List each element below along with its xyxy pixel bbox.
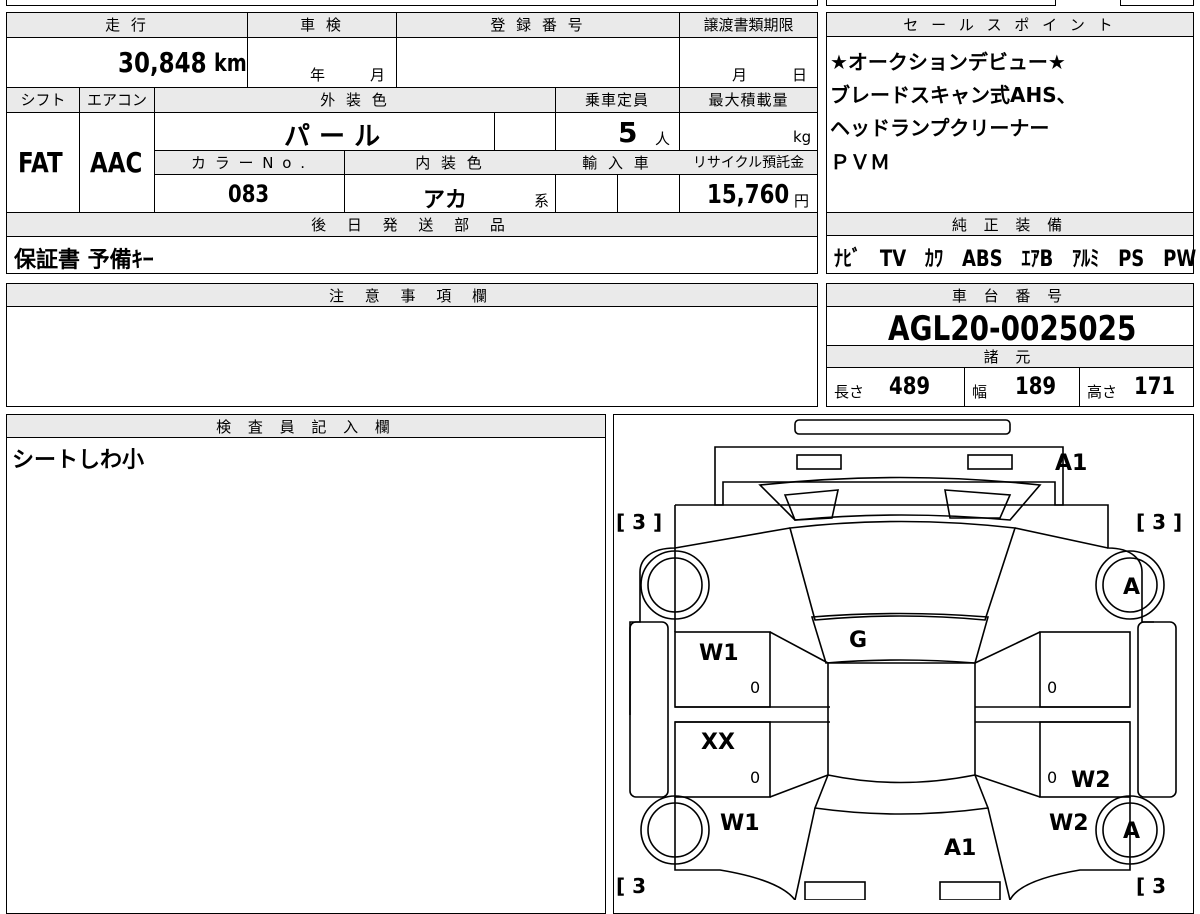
- sales-point-header: セ ー ル ス ポ イ ン ト: [903, 16, 1117, 34]
- diagram-label-right-rear-door: W2: [1071, 768, 1111, 793]
- tire-depth-top-right: [ 3 ]: [1136, 510, 1183, 534]
- deadline-month-unit: 月: [732, 66, 748, 84]
- capacity-value: 5: [618, 116, 638, 149]
- max-load-header: 最大積載量: [708, 91, 789, 109]
- mileage-value: 30,848: [118, 46, 207, 79]
- mileage-header: 走 行: [105, 16, 149, 34]
- exterior-color-value: パ ー ル: [284, 122, 381, 152]
- equip-airbag: ｴｱB: [1021, 247, 1054, 272]
- equip-alloy: ｱﾙﾐ: [1072, 247, 1100, 272]
- inspection-month-unit: 月: [370, 66, 386, 84]
- shift-value: FAT: [18, 146, 63, 179]
- diagram-label-left-rear-door: XX: [701, 730, 735, 755]
- aircon-value: AAC: [90, 146, 143, 179]
- sales-line-3: ヘッドランプクリーナー: [830, 116, 1050, 140]
- diagram-label-windshield: G: [849, 628, 868, 653]
- equip-pw: PW: [1163, 247, 1197, 272]
- recycle-fee-value: 15,760: [707, 180, 790, 210]
- color-no-value: 083: [228, 180, 270, 208]
- mileage-unit: km: [214, 49, 247, 77]
- sales-line-2: ブレードスキャン式AHS、: [830, 83, 1077, 107]
- diagram-label-right-top-wheel: A: [1123, 575, 1141, 600]
- equip-abs: ABS: [961, 247, 1003, 272]
- zero-mark-2: 0: [750, 768, 761, 787]
- width-label: 幅: [972, 383, 988, 401]
- inspection-header: 車 検: [300, 16, 344, 34]
- inspector-box: [6, 414, 606, 914]
- capacity-header: 乗車定員: [584, 91, 649, 109]
- chassis-header: 車 台 番 号: [951, 287, 1069, 305]
- equip-leather: ｶﾜ: [925, 247, 944, 272]
- diagram-label-right-bottom-wheel: A: [1123, 819, 1141, 844]
- diagram-label-right-fender: W2: [1049, 811, 1089, 836]
- interior-color-header: 内 装 色: [415, 154, 485, 172]
- equipment-header: 純 正 装 備: [951, 216, 1069, 234]
- exterior-color-header: 外 装 色: [320, 91, 390, 109]
- width-value: 189: [1015, 372, 1057, 400]
- max-load-unit: kg: [793, 128, 812, 146]
- later-shipping-header: 後 日 発 送 部 品: [311, 216, 513, 234]
- capacity-unit: 人: [655, 130, 671, 148]
- registration-header: 登 録 番 号: [490, 16, 586, 34]
- chassis-number: AGL20-0025025: [888, 309, 1137, 349]
- tire-depth-bottom-right: [ 3: [1136, 874, 1167, 898]
- transfer-deadline-header: 譲渡書類期限: [703, 16, 794, 34]
- diagram-label-rear-bumper: A1: [1055, 451, 1088, 476]
- recycle-fee-header: リサイクル預託金: [692, 155, 805, 171]
- sales-line-1: ★オークションデビュー★: [830, 50, 1066, 74]
- height-value: 171: [1134, 372, 1176, 400]
- inspection-year-unit: 年: [310, 66, 326, 84]
- equip-navi: ﾅﾋﾞ: [834, 247, 862, 272]
- length-label: 長さ: [834, 383, 865, 401]
- tire-depth-top-left: [ 3 ]: [616, 510, 663, 534]
- later-shipping-value: 保証書 予備ｷｰ: [14, 248, 154, 273]
- diagram-label-left-front-door: W1: [699, 641, 739, 666]
- aircon-header: エアコン: [86, 91, 147, 109]
- top-strip-far-right: [1120, 0, 1194, 6]
- interior-color-suffix: 系: [534, 192, 550, 210]
- recycle-fee-unit: 円: [794, 192, 810, 210]
- color-no-header: カ ラ ー N o .: [190, 154, 307, 172]
- specs-header: 諸 元: [983, 348, 1037, 366]
- notes-header: 注 意 事 項 欄: [328, 287, 496, 305]
- diagram-label-left-fender: W1: [720, 811, 760, 836]
- shift-header: シフト: [20, 91, 66, 109]
- import-header: 輸 入 車: [582, 154, 652, 172]
- equipment-list: ﾅﾋﾞ TV ｶﾜ ABS ｴｱB ｱﾙﾐ PS PW: [834, 241, 1196, 273]
- interior-color-value: アカ: [423, 188, 468, 213]
- top-strip-right: [826, 0, 1056, 6]
- zero-mark-3: 0: [1047, 678, 1058, 697]
- zero-mark-1: 0: [750, 678, 761, 697]
- deadline-day-unit: 日: [792, 66, 808, 84]
- diagram-label-front-bumper: A1: [944, 836, 977, 861]
- zero-mark-4: 0: [1047, 768, 1058, 787]
- sales-line-4: ＰＶＭ: [830, 150, 890, 174]
- equip-tv: TV: [879, 247, 907, 272]
- inspector-note: シートしわ小: [12, 448, 145, 473]
- inspector-header: 検 査 員 記 入 欄: [216, 418, 396, 436]
- equip-ps: PS: [1118, 247, 1145, 272]
- tire-depth-bottom-left: [ 3: [616, 874, 647, 898]
- top-strip: [6, 0, 818, 6]
- length-value: 489: [889, 372, 931, 400]
- height-label: 高さ: [1087, 383, 1118, 401]
